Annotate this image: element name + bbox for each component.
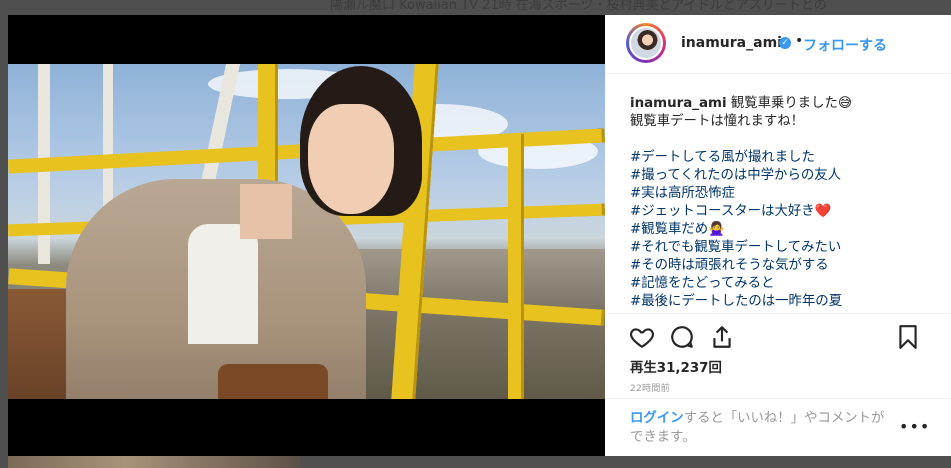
person-shirt — [188, 224, 258, 344]
heart-outline-icon[interactable] — [629, 324, 655, 350]
hashtag-link[interactable]: #実は高所恐怖症 — [630, 185, 948, 203]
video-frame[interactable] — [8, 64, 605, 399]
hashtag-link[interactable]: #その時は頑張れそうな気がする — [630, 257, 948, 275]
post-side-panel: inamura_ami ✓ • フォローする inamura_ami 観覧車乗り… — [605, 15, 951, 456]
hashtag-link[interactable]: #最後にデートしたのは一昨年の夏 — [630, 293, 948, 311]
share-arrow-icon[interactable] — [709, 324, 735, 350]
background-photo — [8, 456, 300, 468]
header-username[interactable]: inamura_ami — [681, 35, 782, 51]
post-caption: inamura_ami 観覧車乗りました😅 観覧車デートは憧れますね！ #デート… — [630, 95, 948, 311]
caption-text-line-1: 観覧車乗りました😅 — [726, 96, 852, 111]
window-post — [508, 134, 524, 399]
comment-bubble-icon[interactable] — [669, 324, 695, 350]
city-view — [328, 249, 605, 399]
post-video[interactable] — [8, 15, 605, 456]
login-link[interactable]: ログイン — [630, 411, 684, 426]
login-prompt: ログインすると「いいね！」やコメントができます。 ••• — [605, 398, 951, 457]
hashtag-link[interactable]: #それでも観覧車デートしてみたい — [630, 239, 948, 257]
background-article-text: 陽瀬ル魔口 Kowaiian TV 21時 在海スポーツ・桜村典美とアイドルとア… — [330, 0, 827, 13]
person-neck — [240, 184, 292, 239]
view-count[interactable]: 再生31,237回 — [630, 356, 722, 376]
bookmark-icon[interactable] — [895, 324, 921, 350]
hashtag-link[interactable]: #記憶をたどってみると — [630, 275, 948, 293]
caption-username[interactable]: inamura_ami — [630, 96, 727, 111]
verified-badge-icon: ✓ — [779, 37, 791, 49]
hashtag-link[interactable]: #ジェットコースターは大好き❤️ — [630, 203, 948, 221]
avatar[interactable] — [629, 26, 663, 60]
follow-button[interactable]: フォローする — [803, 35, 887, 55]
person-face — [308, 104, 394, 214]
more-options-icon[interactable]: ••• — [899, 417, 930, 436]
hashtag-link[interactable]: #観覧車だめ🙅‍♀️ — [630, 221, 948, 239]
avatar-story-ring[interactable] — [626, 23, 666, 63]
post-header: inamura_ami ✓ • フォローする — [605, 15, 951, 74]
post-timestamp[interactable]: 22時間前 — [630, 381, 670, 394]
person-bag — [218, 364, 328, 399]
hashtag-link[interactable]: #撮ってくれたのは中学からの友人 — [630, 167, 948, 185]
login-prompt-text: ログインすると「いいね！」やコメントができます。 — [630, 409, 890, 447]
hashtag-link[interactable]: #デートしてる風が撮れました — [630, 149, 948, 167]
caption-text-line-2: 観覧車デートは憧れますね！ — [630, 114, 805, 129]
